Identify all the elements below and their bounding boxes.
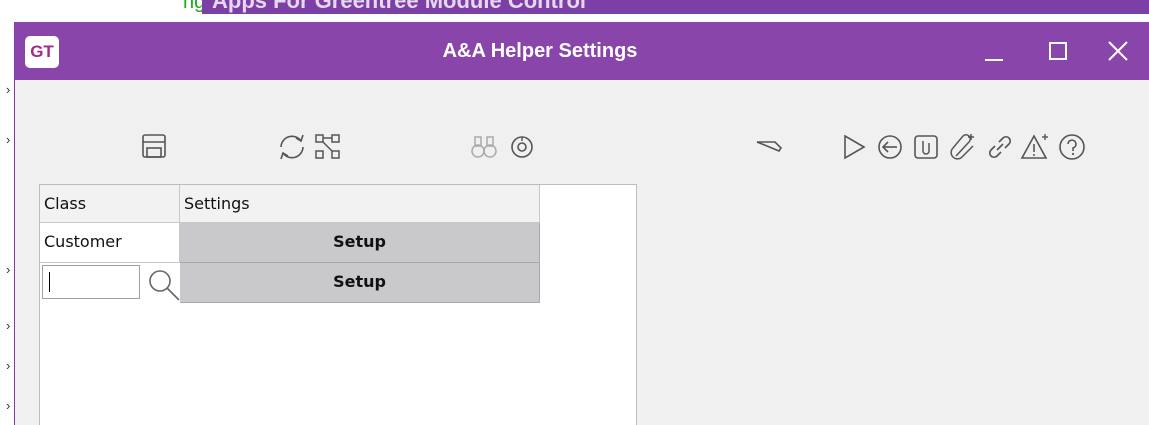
binoculars-icon [471, 136, 497, 158]
notes-icon [914, 135, 938, 159]
setup-button[interactable]: Setup [180, 223, 540, 263]
app-logo: GT [25, 36, 59, 68]
link-button[interactable] [983, 130, 1017, 164]
background-window-edge: › › › › › › [0, 22, 14, 425]
attach-button[interactable] [947, 130, 981, 164]
search-icon [149, 270, 180, 301]
background-title-bar: Apps For Greentree Module Control [202, 0, 1149, 14]
edge-glyph: › [6, 318, 11, 333]
help-icon [1059, 134, 1085, 160]
column-header-settings[interactable]: Settings [180, 185, 540, 223]
link-icon [988, 135, 1012, 159]
close-icon [1108, 41, 1128, 61]
back-icon [878, 135, 902, 159]
text-caret [49, 272, 50, 292]
background-title-text: Apps For Greentree Module Control [212, 0, 587, 13]
back-button[interactable] [873, 130, 907, 164]
play-icon [844, 134, 866, 160]
target-button[interactable] [505, 130, 539, 164]
refresh-icon [280, 134, 304, 160]
edge-glyph: › [6, 398, 11, 413]
flag-button[interactable] [753, 130, 787, 164]
class-input[interactable] [42, 265, 140, 299]
hierarchy-button[interactable] [311, 130, 345, 164]
maximize-button[interactable] [1041, 36, 1075, 66]
maximize-icon [1049, 42, 1067, 60]
settings-grid: Class Settings Customer Setup Setup [39, 184, 637, 425]
refresh-button[interactable] [275, 130, 309, 164]
settings-dialog: GT A&A Helper Settings Class Settings Cu… [14, 22, 1149, 425]
title-bar[interactable]: GT A&A Helper Settings [15, 22, 1149, 80]
alert-button[interactable] [1019, 130, 1053, 164]
hierarchy-icon [315, 134, 340, 159]
find-button[interactable] [467, 130, 501, 164]
run-button[interactable] [837, 130, 871, 164]
flag-icon [756, 141, 783, 152]
background-window-title: ng Apps For Greentree Module Control [0, 0, 1149, 22]
minimize-button[interactable] [977, 36, 1011, 66]
close-button[interactable] [1101, 36, 1135, 66]
setup-button[interactable]: Setup [180, 263, 540, 303]
save-button[interactable] [137, 130, 171, 164]
edge-glyph: › [6, 262, 11, 277]
class-search-button[interactable] [144, 265, 180, 301]
help-button[interactable] [1055, 130, 1089, 164]
edge-glyph: › [6, 132, 11, 147]
notes-button[interactable] [909, 130, 943, 164]
save-icon [142, 134, 166, 158]
column-header-class[interactable]: Class [40, 185, 180, 223]
class-cell[interactable]: Customer [40, 223, 180, 263]
screenshot: ng Apps For Greentree Module Control › ›… [0, 0, 1149, 425]
target-icon [511, 136, 533, 158]
edge-glyph: › [6, 358, 11, 373]
dialog-title: A&A Helper Settings [442, 40, 638, 62]
attach-icon [950, 134, 974, 160]
warning-icon [1020, 134, 1048, 159]
edge-glyph: › [6, 82, 11, 97]
minimize-icon [985, 59, 1003, 61]
